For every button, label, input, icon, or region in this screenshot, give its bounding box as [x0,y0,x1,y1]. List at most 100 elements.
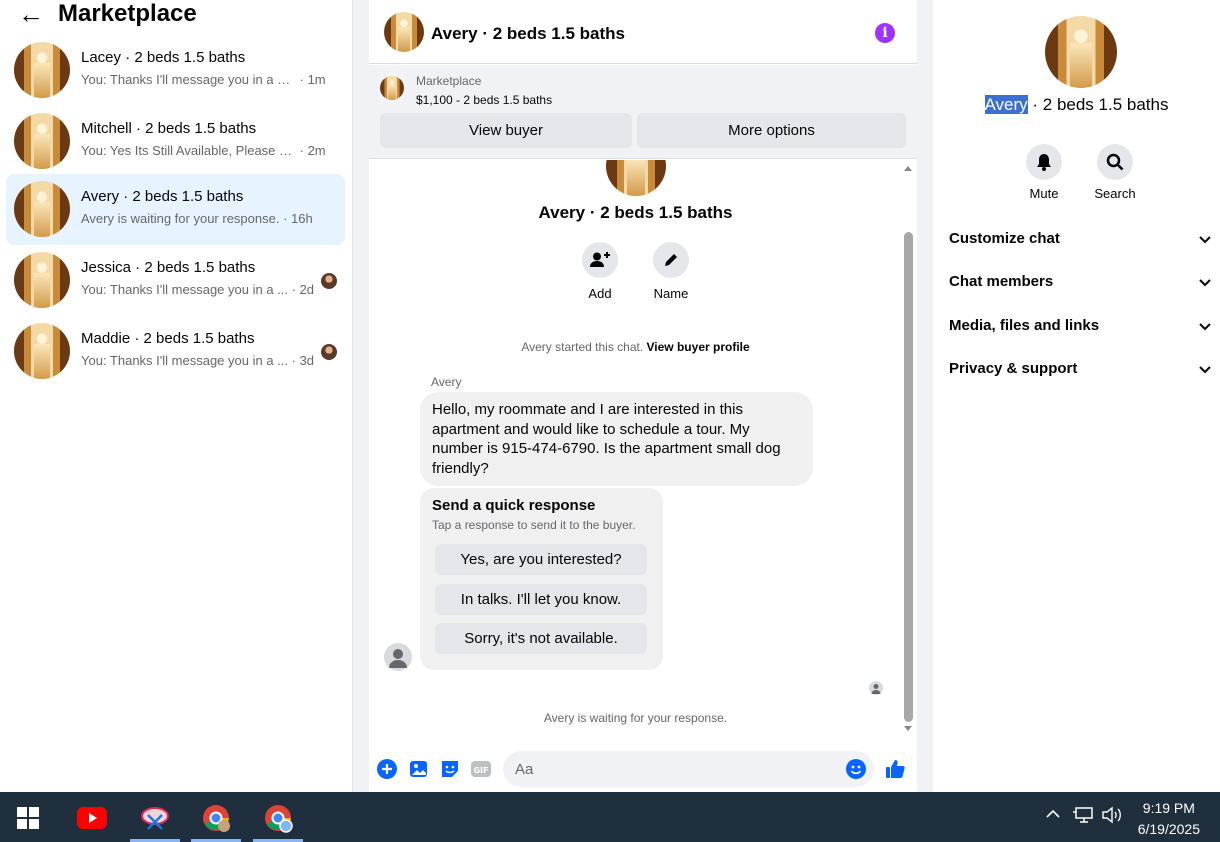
conversation-sidebar: ← Marketplace Lacey · 2 beds 1.5 baths Yo… [0,0,353,792]
read-receipt-avatar [321,273,337,289]
read-receipt-avatar [321,344,337,360]
view-buyer-button[interactable]: View buyer [380,113,632,148]
conversation-name: Maddie · 2 beds 1.5 baths [81,330,255,347]
conversation-name: Avery · 2 beds 1.5 baths [81,188,244,205]
conversation-time: · 3d [291,353,315,368]
conversation-snippet: You: Yes Its Still Available, Please Sen… [81,143,326,158]
conversation-time: · 16h [283,211,313,226]
scroll-up-arrow-icon[interactable] [904,166,912,171]
conversation-name: Lacey · 2 beds 1.5 baths [81,49,246,66]
scroll-down-arrow-icon[interactable] [904,726,912,731]
conversation-preview: Avery is waiting for your response. [81,211,280,226]
quick-response-title: Send a quick response [432,497,596,514]
chrome-profile-icon[interactable] [253,798,303,842]
conversation-item[interactable]: Maddie · 2 beds 1.5 baths You: Thanks I'l… [6,316,345,387]
conversation-name: Mitchell · 2 beds 1.5 baths [81,120,257,137]
chevron-down-icon [1199,279,1211,287]
conversation-preview: You: Thanks I'll message you in a ... [81,353,288,368]
privacy-support-label: Privacy & support [949,360,1078,377]
conversation-item[interactable]: Jessica · 2 beds 1.5 baths You: Thanks I'… [6,245,345,316]
chevron-down-icon [1199,236,1211,244]
quick-response-yes-button[interactable]: Yes, are you interested? [435,544,647,575]
quick-response-not-available-button[interactable]: Sorry, it's not available. [435,623,647,654]
contact-name: Avery · 2 beds 1.5 baths [538,203,733,222]
media-files-links-section[interactable]: Media, files and links [949,317,1214,339]
customize-chat-label: Customize chat [949,230,1060,247]
conversation-item[interactable]: Avery · 2 beds 1.5 baths Avery is waiting… [6,174,345,245]
youtube-icon[interactable] [67,798,117,838]
quick-response-card: Send a quick response Tap a response to … [420,488,663,670]
conversation-avatar [14,181,70,237]
back-arrow-icon[interactable]: ← [18,1,44,27]
mute-button[interactable]: Mute [1014,144,1074,201]
conversation-item[interactable]: Mitchell · 2 beds 1.5 baths You: Yes Its … [6,106,345,177]
add-button[interactable]: Add [570,242,630,301]
more-options-button[interactable]: More options [637,113,906,148]
sender-avatar [384,643,412,671]
chevron-down-icon [1199,366,1211,374]
customize-chat-section[interactable]: Customize chat [949,230,1214,252]
conversation-avatar [14,113,70,169]
sidebar-title: Marketplace [58,0,197,27]
conversation-snippet: You: Thanks I'll message you in a mo... … [81,72,326,87]
marketplace-label: Marketplace [416,74,482,88]
details-name: Avery · 2 beds 1.5 baths [933,95,1220,115]
gif-icon[interactable]: GIF [470,758,492,780]
photo-icon[interactable] [408,758,430,780]
read-receipt-avatar [869,681,883,695]
add-label: Add [588,286,612,301]
name-button[interactable]: Name [641,242,701,301]
system-clock[interactable]: 9:19 PM 6/19/2025 [1138,798,1200,840]
view-buyer-profile-link[interactable]: View buyer profile [647,340,750,354]
chrome-icon[interactable] [191,798,241,842]
chat-title[interactable]: Avery · 2 beds 1.5 baths [431,24,625,44]
search-button[interactable]: Search [1085,144,1145,201]
chevron-up-icon[interactable] [1045,806,1061,827]
sidebar-header: ← Marketplace [18,0,197,28]
message-sender: Avery [431,375,462,389]
media-files-links-label: Media, files and links [949,317,1100,334]
conversation-item[interactable]: Lacey · 2 beds 1.5 baths You: Thanks I'll… [6,35,345,106]
chat-started-message: Avery started this chat. View buyer prof… [369,340,902,354]
search-icon [1097,144,1133,180]
message-composer: GIF [369,748,917,792]
chat-scrollbar[interactable] [902,160,914,737]
chat-header: Avery · 2 beds 1.5 baths i [369,0,917,64]
svg-text:GIF: GIF [473,766,488,775]
message-input[interactable] [503,751,874,787]
conversation-time: · 1m [299,72,326,87]
conversation-preview: You: Yes Its Still Available, Please Sen… [81,143,296,158]
chat-members-section[interactable]: Chat members [949,273,1214,295]
windows-start-icon[interactable] [3,798,53,838]
emoji-icon[interactable] [845,758,867,780]
bell-icon [1026,144,1062,180]
sticker-icon[interactable] [439,758,461,780]
conversation-avatar [14,252,70,308]
name-label: Name [653,286,689,301]
info-icon[interactable]: i [875,23,895,43]
chat-members-label: Chat members [949,273,1054,290]
quick-response-in-talks-button[interactable]: In talks. I'll let you know. [435,584,647,615]
chat-header-avatar[interactable] [384,12,424,52]
privacy-support-section[interactable]: Privacy & support [949,360,1214,382]
volume-icon[interactable] [1101,806,1123,829]
conversation-time: · 2m [299,143,326,158]
waiting-status: Avery is waiting for your response. [543,711,728,725]
conversation-preview: You: Thanks I'll message you in a ... [81,282,288,297]
network-icon[interactable] [1073,806,1095,829]
snipping-tool-icon[interactable] [130,798,180,842]
conversation-preview: You: Thanks I'll message you in a mo... [81,72,296,87]
chat-panel: Avery · 2 beds 1.5 baths i Marketplace $… [369,0,917,792]
chat-started-text: Avery started this chat. [521,340,644,354]
thumbs-up-icon[interactable] [884,758,906,780]
listing-price: $1,100 - 2 beds 1.5 baths [416,93,553,107]
plus-icon[interactable] [376,758,398,780]
conversation-name: Jessica · 2 beds 1.5 baths [81,259,256,276]
scrollbar-thumb[interactable] [904,232,913,722]
quick-response-subtitle: Tap a response to send it to the buyer. [432,518,636,532]
details-avatar[interactable] [1045,16,1117,88]
conversation-snippet: You: Thanks I'll message you in a ... · … [81,282,314,297]
chevron-down-icon [1199,323,1211,331]
conversation-snippet: Avery is waiting for your response. · 16… [81,211,313,226]
add-person-icon [582,242,618,278]
